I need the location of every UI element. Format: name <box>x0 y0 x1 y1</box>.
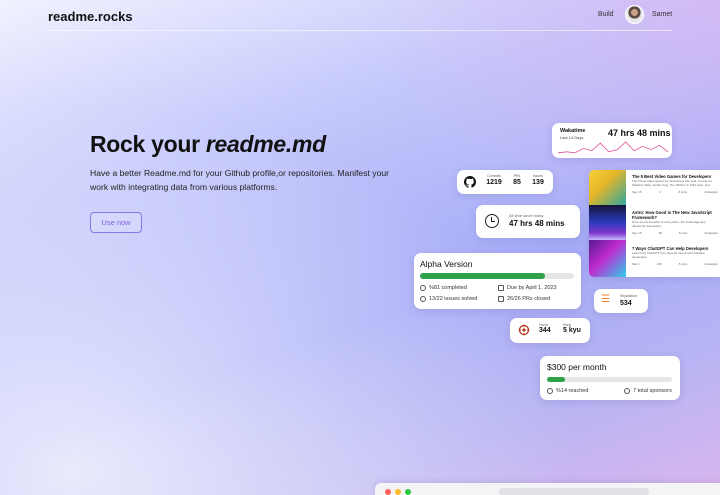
milestone-completed: %81 completed <box>420 285 467 291</box>
sparkline-line <box>558 141 668 154</box>
article-description: Learn how ChatGPT from OpenAI can benefi… <box>632 252 705 259</box>
codewars-card: Honor 344 Rank 5 kyu <box>510 318 590 343</box>
sponsor-goal-title: $300 per month <box>547 362 607 372</box>
top-navigation: readme.rocks Build Samet <box>48 0 672 31</box>
article-item[interactable]: The 5 Best Video Games for Developers Th… <box>632 174 718 194</box>
milestone-prs: 26/26 PRs closed <box>498 296 550 302</box>
article-thumbnail[interactable] <box>589 205 626 240</box>
article-thumbnail[interactable] <box>589 240 626 277</box>
milestone-due: Due by April 1, 2023 <box>498 285 557 291</box>
all-time-value: 47 hrs 48 mins <box>509 219 565 228</box>
article-readtime: 5 mins <box>678 262 688 266</box>
pie-icon <box>420 285 426 291</box>
article-date: Sep 15 <box>632 231 642 235</box>
window-close-dot <box>385 489 391 495</box>
github-icon <box>464 176 476 188</box>
milestone-title: Alpha Version <box>420 259 473 269</box>
article-date: Mar 1 <box>632 262 640 266</box>
milestone-card: Alpha Version %81 completed Due by April… <box>414 253 581 309</box>
window-minimize-dot <box>395 489 401 495</box>
sponsor-total-text: 7 total sponsors <box>633 388 672 394</box>
github-prs-value: 85 <box>513 179 521 186</box>
sponsor-progress-fill <box>547 377 565 382</box>
article-description: The 5 best Video games for developers th… <box>632 180 713 188</box>
milestone-prs-text: 26/26 PRs closed <box>507 296 551 302</box>
article-comments: 2 <box>659 190 661 194</box>
wakatime-title: Wakatime <box>560 128 586 134</box>
codewars-icon <box>518 324 530 336</box>
wakatime-card: Wakatime Last 14 Days 47 hrs 48 mins <box>552 123 672 158</box>
people-icon <box>624 388 630 394</box>
article-readtime: 8 mins <box>678 190 688 194</box>
sponsor-progress-bar <box>547 377 672 382</box>
reputation-label: Reputation <box>620 294 637 298</box>
hero-title-emphasis: readme.md <box>205 131 326 157</box>
hero-subtitle: Have a better Readme.md for your Github … <box>90 168 390 192</box>
hero-title: Rock your readme.md <box>90 131 326 158</box>
brand-logo[interactable]: readme.rocks <box>48 9 133 24</box>
github-stats-card: Commits 1219 PRs 85 Issues 139 <box>457 170 553 194</box>
nav-build-link[interactable]: Build <box>598 11 614 18</box>
article-title[interactable]: The 5 Best Video Games for Developers <box>632 174 718 179</box>
article-date: Sep 15 <box>632 190 642 194</box>
avatar[interactable] <box>625 5 644 24</box>
github-issues: Issues 139 <box>529 174 547 186</box>
reputation-card: ☰ Reputation 534 <box>594 289 648 313</box>
article-meta: Mar 1 125 5 mins Instagram <box>632 262 718 266</box>
address-bar <box>499 488 649 495</box>
github-issues-value: 139 <box>532 179 544 186</box>
article-comments: 38 <box>658 231 662 235</box>
codewars-honor: Honor 344 <box>539 323 551 334</box>
milestone-due-text: Due by April 1, 2023 <box>507 285 557 291</box>
target-icon <box>547 388 553 394</box>
clock-icon <box>485 214 499 228</box>
article-source: Instagram <box>704 231 718 235</box>
sponsor-reached-text: %14 reached <box>556 388 589 394</box>
github-prs: PRs 85 <box>509 174 525 186</box>
sponsor-total: 7 total sponsors <box>624 388 672 394</box>
github-prs-label: PRs <box>513 174 521 178</box>
github-issues-label: Issues <box>532 174 544 178</box>
hero-title-prefix: Rock your <box>90 131 206 157</box>
github-commits-value: 1219 <box>486 179 502 186</box>
all-time-card: All time since today 47 hrs 48 mins <box>476 205 580 238</box>
sponsor-reached: %14 reached <box>547 388 588 394</box>
use-now-button[interactable]: Use now <box>90 212 142 233</box>
milestone-progress-bar <box>420 273 574 279</box>
article-title[interactable]: 7 Ways ChatGPT Can Help Developers <box>632 246 718 251</box>
article-comments: 125 <box>656 262 662 266</box>
codewars-rank-value: 5 kyu <box>563 327 581 334</box>
article-meta: Sep 15 38 6 mins Instagram <box>632 231 718 235</box>
wakatime-sparkline <box>558 141 668 154</box>
article-item[interactable]: 7 Ways ChatGPT Can Help Developers Learn… <box>632 246 718 266</box>
wakatime-value: 47 hrs 48 mins <box>608 128 671 138</box>
pull-request-icon <box>498 296 504 302</box>
article-source: Instagram <box>704 190 718 194</box>
article-item[interactable]: Astro: How Good is The New JavaScript Fr… <box>632 210 718 235</box>
article-meta: Sep 15 2 8 mins Instagram <box>632 190 718 194</box>
codewars-rank: Rank 5 kyu <box>563 323 581 334</box>
article-readtime: 6 mins <box>678 231 688 235</box>
sponsor-card: $300 per month %14 reached 7 total spons… <box>540 356 680 400</box>
milestone-issues: 13/22 issues solved <box>420 296 477 302</box>
article-title[interactable]: Astro: How Good is The New JavaScript Fr… <box>632 210 718 220</box>
milestone-progress-fill <box>420 273 545 279</box>
stackoverflow-icon: ☰ <box>601 294 610 305</box>
milestone-issues-text: 13/22 issues solved <box>429 296 478 302</box>
codewars-honor-value: 344 <box>539 327 551 334</box>
calendar-icon <box>498 285 504 291</box>
user-name[interactable]: Samet <box>652 11 672 18</box>
github-commits-label: Commits <box>487 174 501 178</box>
window-maximize-dot <box>405 489 411 495</box>
article-description: Here are the benefits of using Astro, th… <box>632 221 706 228</box>
reputation-value: 534 <box>620 300 632 307</box>
issue-icon <box>420 296 426 302</box>
github-commits: Commits 1219 <box>483 174 505 186</box>
articles-card: The 5 Best Video Games for Developers Th… <box>589 170 720 277</box>
article-thumbnail[interactable] <box>589 170 626 205</box>
milestone-completed-text: %81 completed <box>429 285 467 291</box>
browser-preview <box>375 483 720 495</box>
article-source: Instagram <box>704 262 718 266</box>
all-time-label: All time since today <box>509 213 544 218</box>
